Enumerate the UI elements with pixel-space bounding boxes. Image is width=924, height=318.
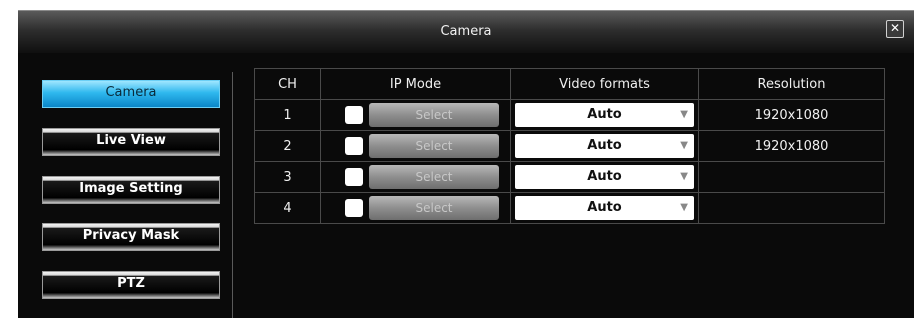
- sidebar-item-ptz[interactable]: PTZ: [42, 271, 220, 299]
- channel-number: 1: [254, 99, 321, 131]
- chevron-down-icon: ▼: [680, 171, 688, 182]
- ip-mode-checkbox[interactable]: [345, 137, 363, 155]
- select-button[interactable]: Select: [369, 165, 499, 189]
- video-format-value: Auto: [587, 169, 622, 184]
- video-format-dropdown[interactable]: Auto ▼: [515, 196, 694, 220]
- chevron-down-icon: ▼: [680, 202, 688, 213]
- close-icon[interactable]: ✕: [886, 20, 904, 38]
- table-row: 2 Select Auto ▼ 1920x1080: [254, 130, 885, 162]
- channel-number: 4: [254, 192, 321, 224]
- title-bar: Camera ✕: [18, 10, 914, 53]
- sidebar-item-live-view[interactable]: Live View: [42, 128, 220, 156]
- table-row: 4 Select Auto ▼: [254, 192, 885, 224]
- ip-mode-cell: Select: [320, 99, 511, 131]
- camera-channel-table: CH IP Mode Video formats Resolution 1 Se…: [254, 68, 885, 224]
- ip-mode-cell: Select: [320, 130, 511, 162]
- camera-settings-window: Camera ✕ Camera Live View Image Setting …: [18, 10, 914, 318]
- sidebar-item-privacy-mask[interactable]: Privacy Mask: [42, 223, 220, 251]
- table-row: 1 Select Auto ▼ 1920x1080: [254, 99, 885, 131]
- chevron-down-icon: ▼: [680, 109, 688, 120]
- table-row: 3 Select Auto ▼: [254, 161, 885, 193]
- column-header-ch: CH: [254, 68, 321, 100]
- ip-mode-checkbox[interactable]: [345, 168, 363, 186]
- resolution-value: 1920x1080: [698, 130, 885, 162]
- video-format-dropdown[interactable]: Auto ▼: [515, 165, 694, 189]
- column-header-video-formats: Video formats: [510, 68, 699, 100]
- column-header-ip-mode: IP Mode: [320, 68, 511, 100]
- select-button[interactable]: Select: [369, 134, 499, 158]
- sidebar-item-camera[interactable]: Camera: [42, 80, 220, 108]
- chevron-down-icon: ▼: [680, 140, 688, 151]
- channel-number: 3: [254, 161, 321, 193]
- select-button[interactable]: Select: [369, 196, 499, 220]
- video-format-cell: Auto ▼: [510, 161, 699, 193]
- video-format-value: Auto: [587, 138, 622, 153]
- ip-mode-cell: Select: [320, 161, 511, 193]
- video-format-dropdown[interactable]: Auto ▼: [515, 134, 694, 158]
- ip-mode-checkbox[interactable]: [345, 106, 363, 124]
- video-format-dropdown[interactable]: Auto ▼: [515, 103, 694, 127]
- video-format-value: Auto: [587, 107, 622, 122]
- video-format-cell: Auto ▼: [510, 130, 699, 162]
- ip-mode-checkbox[interactable]: [345, 199, 363, 217]
- video-format-value: Auto: [587, 200, 622, 215]
- channel-number: 2: [254, 130, 321, 162]
- ip-mode-cell: Select: [320, 192, 511, 224]
- resolution-value: 1920x1080: [698, 99, 885, 131]
- resolution-value: [698, 161, 885, 193]
- video-format-cell: Auto ▼: [510, 99, 699, 131]
- select-button[interactable]: Select: [369, 103, 499, 127]
- column-header-resolution: Resolution: [698, 68, 885, 100]
- resolution-value: [698, 192, 885, 224]
- window-title: Camera: [440, 24, 492, 39]
- sidebar-divider: [232, 72, 233, 318]
- video-format-cell: Auto ▼: [510, 192, 699, 224]
- sidebar-item-image-setting[interactable]: Image Setting: [42, 176, 220, 204]
- table-header-row: CH IP Mode Video formats Resolution: [254, 68, 885, 100]
